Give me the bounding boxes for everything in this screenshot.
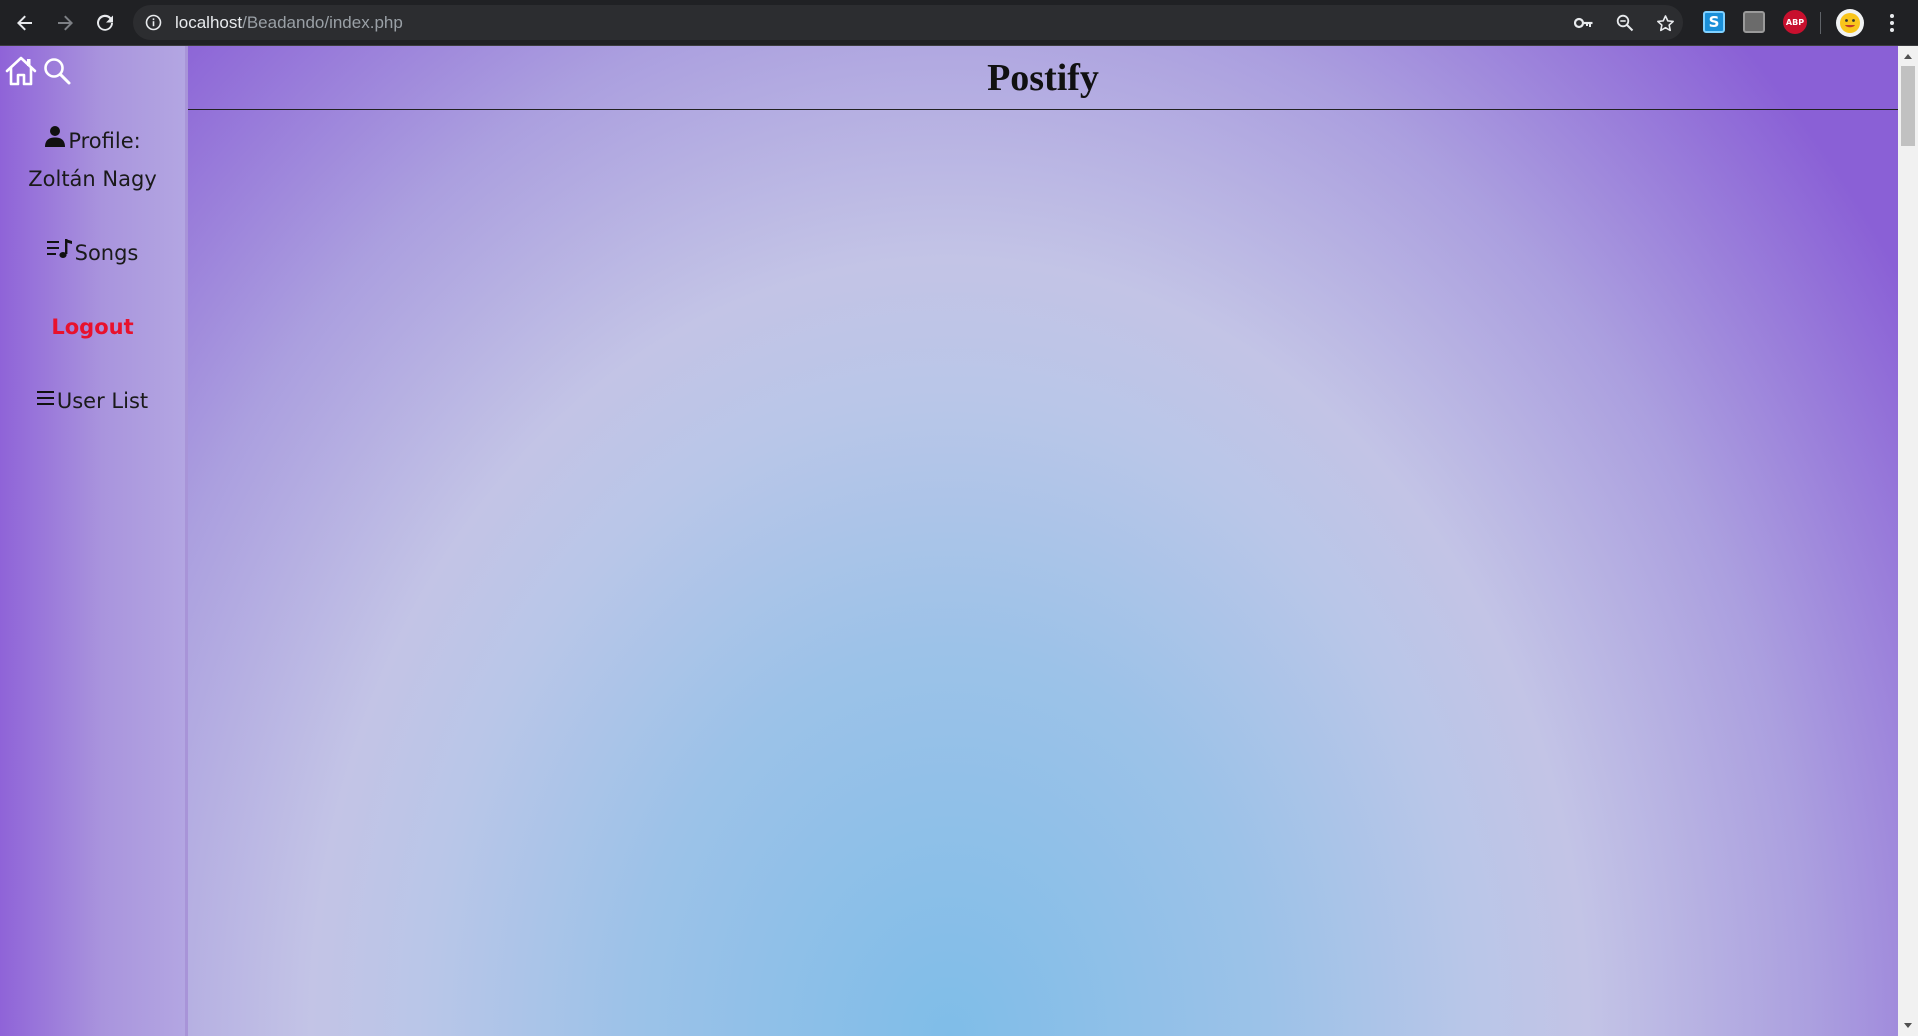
home-icon[interactable] (4, 55, 38, 91)
url-path: /Beadando/index.php (242, 13, 403, 32)
playlist-music-icon (46, 233, 73, 271)
vertical-scrollbar[interactable] (1898, 46, 1918, 1036)
page-title: Postify (987, 57, 1099, 99)
toolbar-separator (1820, 12, 1821, 34)
browser-menu-icon[interactable] (1882, 12, 1902, 34)
songs-label: Songs (74, 241, 139, 265)
reload-icon[interactable] (91, 9, 119, 37)
sidebar: Profile: Zoltán Nagy Songs Logout User L… (0, 46, 188, 1036)
sidebar-item-user-list[interactable]: User List (0, 382, 185, 421)
user-list-label: User List (56, 389, 149, 413)
url-host: localhost (175, 13, 243, 32)
user-icon (44, 121, 66, 159)
page-viewport: Profile: Zoltán Nagy Songs Logout User L… (0, 46, 1918, 1036)
menu-lines-icon (36, 381, 55, 419)
browser-toolbar: localhost/Beadando/index.php S ABP (0, 0, 1918, 46)
browser-window: localhost/Beadando/index.php S ABP Profi… (0, 0, 1918, 1036)
scrollbar-thumb[interactable] (1901, 66, 1915, 146)
key-icon[interactable] (1574, 13, 1594, 33)
skype-extension-icon[interactable]: S (1703, 11, 1725, 33)
scroll-down-icon[interactable] (1904, 1023, 1912, 1028)
address-bar[interactable]: localhost/Beadando/index.php (133, 5, 1683, 40)
sidebar-top-icons (4, 56, 76, 90)
logout-link[interactable]: Logout (0, 308, 185, 346)
adblock-plus-icon[interactable]: ABP (1783, 10, 1807, 34)
gray-extension-icon[interactable] (1743, 11, 1765, 33)
zoom-icon[interactable] (1615, 13, 1635, 33)
info-icon[interactable] (145, 14, 162, 35)
sidebar-item-songs[interactable]: Songs (0, 234, 185, 273)
profile-avatar[interactable] (1836, 9, 1864, 37)
scroll-up-icon[interactable] (1904, 54, 1912, 59)
search-icon[interactable] (42, 56, 72, 90)
page-header: Postify (188, 46, 1898, 110)
page-background (0, 46, 1898, 1036)
forward-arrow-icon[interactable] (51, 9, 79, 37)
star-icon[interactable] (1655, 13, 1675, 33)
back-arrow-icon[interactable] (11, 9, 39, 37)
profile-label: Profile: (68, 129, 141, 153)
profile-name[interactable]: Zoltán Nagy (0, 160, 185, 198)
sidebar-item-profile[interactable]: Profile: (0, 122, 185, 161)
url-text[interactable]: localhost/Beadando/index.php (175, 5, 403, 40)
